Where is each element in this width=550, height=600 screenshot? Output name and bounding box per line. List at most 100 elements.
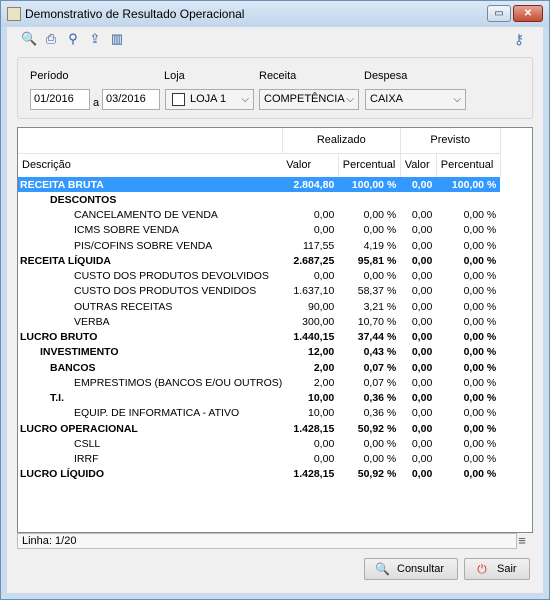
table-row[interactable]: INVESTIMENTO 12,00 0,43 % 0,00 0,00 %	[18, 345, 500, 360]
periodo-from-input[interactable]: 01/2016	[30, 89, 90, 110]
row-valor-realizado: 2,00	[313, 361, 335, 374]
row-valor-realizado: 2.687,25	[293, 254, 335, 267]
window: Demonstrativo de Resultado Operacional ▭…	[0, 0, 550, 600]
column-header-descricao[interactable]: Descrição	[18, 153, 282, 177]
column-header-percentual-previsto[interactable]: Percentual	[436, 153, 501, 177]
row-percentual-realizado: 4,19 %	[363, 239, 397, 252]
group-header-spacer	[18, 128, 283, 154]
row-description: RECEITA LÍQUIDA	[20, 254, 111, 267]
loja-checkbox[interactable]	[172, 93, 185, 106]
row-percentual-previsto: 0,00 %	[463, 453, 497, 466]
table-row[interactable]: CSLL 0,00 0,00 % 0,00 0,00 %	[18, 436, 500, 451]
receita-label: Receita	[259, 70, 297, 82]
row-percentual-previsto: 0,00 %	[463, 331, 497, 344]
table-row[interactable]: BANCOS 2,00 0,07 % 0,00 0,00 %	[18, 360, 500, 375]
table-row[interactable]: CUSTO DOS PRODUTOS DEVOLVIDOS 0,00 0,00 % 0…	[18, 269, 500, 284]
row-valor-realizado: 1.428,15	[293, 422, 335, 435]
table-row[interactable]: DESCONTOS	[18, 192, 500, 207]
exit-icon: ⏻	[477, 562, 487, 576]
row-valor-previsto: 0,00	[400, 177, 437, 193]
row-valor-previsto: 0,00	[411, 224, 433, 237]
table-row[interactable]: LUCRO BRUTO 1.440,15 37,44 % 0,00 0,00 %	[18, 330, 500, 345]
row-valor-previsto: 0,00	[411, 254, 433, 267]
table-row[interactable]: T.I. 10,00 0,36 % 0,00 0,00 %	[18, 391, 500, 406]
row-description: LUCRO OPERACIONAL	[20, 422, 138, 435]
row-percentual-previsto: 0,00 %	[463, 254, 497, 267]
menu-icon[interactable]: ≡	[515, 534, 529, 548]
filter-icon[interactable]: ⚲	[65, 31, 81, 47]
app-icon	[7, 7, 21, 21]
row-valor-realizado: 1.637,10	[293, 285, 335, 298]
receita-select[interactable]: COMPETÊNCIA ⌵	[259, 89, 359, 110]
column-header-percentual-realizado[interactable]: Percentual	[338, 153, 401, 177]
row-valor-realizado: 0,00	[313, 209, 335, 222]
periodo-to-input[interactable]: 03/2016	[102, 89, 160, 110]
row-valor-previsto: 0,00	[411, 239, 433, 252]
row-valor-realizado: 0,00	[313, 270, 335, 283]
table-row[interactable]: OUTRAS RECEITAS 90,00 3,21 % 0,00 0,00 %	[18, 299, 500, 314]
consultar-button[interactable]: 🔍 Consultar	[364, 558, 458, 580]
row-percentual-realizado: 0,00 %	[363, 270, 397, 283]
table-row[interactable]: IRRF 0,00 0,00 % 0,00 0,00 %	[18, 452, 500, 467]
row-percentual-realizado: 10,70 %	[357, 315, 397, 328]
row-percentual-realizado: 0,00 %	[363, 453, 397, 466]
sair-button[interactable]: ⏻ Sair	[464, 558, 530, 580]
row-percentual-previsto: 0,00 %	[463, 315, 497, 328]
row-percentual-realizado: 0,07 %	[363, 376, 397, 389]
row-valor-realizado: 90,00	[308, 300, 335, 313]
row-description: ICMS SOBRE VENDA	[74, 224, 180, 237]
row-percentual-realizado: 95,81 %	[357, 254, 397, 267]
row-percentual-realizado: 0,43 %	[363, 346, 397, 359]
table-row[interactable]: CANCELAMENTO DE VENDA 0,00 0,00 % 0,00 0,00 …	[18, 208, 500, 223]
window-title: Demonstrativo de Resultado Operacional	[25, 7, 245, 21]
print-icon[interactable]: ⎙	[43, 31, 59, 47]
row-valor-realizado	[282, 192, 338, 207]
title-bar: Demonstrativo de Resultado Operacional ▭…	[1, 1, 549, 27]
close-button[interactable]: ✕	[513, 5, 543, 22]
table-row[interactable]: EQUIP. DE INFORMATICA - ATIVO 10,00 0,36 %…	[18, 406, 500, 421]
row-valor-previsto: 0,00	[411, 392, 433, 405]
row-valor-previsto: 0,00	[411, 209, 433, 222]
row-valor-realizado: 300,00	[302, 315, 335, 328]
row-percentual-realizado: 0,00 %	[363, 209, 397, 222]
periodo-separator: a	[93, 97, 100, 109]
group-header-realizado: Realizado	[281, 128, 401, 154]
row-valor-realizado: 10,00	[308, 392, 335, 405]
row-description: CANCELAMENTO DE VENDA	[74, 209, 218, 222]
row-percentual-realizado: 0,00 %	[363, 437, 397, 450]
table-row[interactable]: LUCRO LÍQUIDO 1.428,15 50,92 % 0,00 0,00 %	[18, 467, 500, 482]
row-description: T.I.	[50, 392, 65, 405]
row-percentual-realizado: 0,07 %	[363, 361, 397, 374]
row-description: EQUIP. DE INFORMATICA - ATIVO	[74, 407, 240, 420]
table-row[interactable]: EMPRESTIMOS (BANCOS E/OU OUTROS) 2,00 0,07…	[18, 375, 500, 390]
column-header-valor-previsto[interactable]: Valor	[400, 153, 437, 177]
key-icon[interactable]: ⚷	[511, 31, 527, 47]
table-row[interactable]: RECEITA BRUTA 2.804,80 100,00 % 0,00 100,00 …	[18, 177, 501, 193]
loja-select[interactable]: LOJA 1 ⌵	[165, 89, 254, 110]
preview-icon[interactable]: 🔍	[21, 31, 37, 47]
despesa-select[interactable]: CAIXA ⌵	[365, 89, 466, 110]
table-row[interactable]: VERBA 300,00 10,70 % 0,00 0,00 %	[18, 314, 500, 329]
export-icon[interactable]: ⇪	[87, 31, 103, 47]
sair-label: Sair	[497, 563, 517, 575]
row-percentual-previsto: 0,00 %	[463, 361, 497, 374]
row-description: LUCRO LÍQUIDO	[20, 468, 104, 481]
row-valor-realizado: 10,00	[308, 407, 335, 420]
minimize-button[interactable]: ▭	[487, 5, 511, 22]
row-description: DESCONTOS	[50, 193, 117, 206]
row-valor-previsto: 0,00	[411, 300, 433, 313]
row-percentual-realizado: 3,21 %	[363, 300, 397, 313]
table-row[interactable]: LUCRO OPERACIONAL 1.428,15 50,92 % 0,00 0,00…	[18, 421, 500, 436]
results-grid[interactable]: Realizado Previsto Descrição Valor Perce…	[17, 127, 533, 533]
table-row[interactable]: PIS/COFINS SOBRE VENDA 117,55 4,19 % 0,00 0,…	[18, 238, 500, 253]
chart-icon[interactable]: ▥	[109, 31, 125, 47]
row-valor-previsto: 0,00	[411, 331, 433, 344]
table-row[interactable]: CUSTO DOS PRODUTOS VENDIDOS 1.637,10 58,37…	[18, 284, 500, 299]
row-valor-realizado: 0,00	[313, 437, 335, 450]
row-percentual-previsto: 0,00 %	[463, 392, 497, 405]
table-row[interactable]: RECEITA LÍQUIDA 2.687,25 95,81 % 0,00 0,00 %	[18, 253, 500, 268]
column-header-valor-realizado[interactable]: Valor	[282, 153, 339, 177]
row-valor-previsto: 0,00	[411, 437, 433, 450]
row-description: RECEITA BRUTA	[18, 177, 283, 193]
table-row[interactable]: ICMS SOBRE VENDA 0,00 0,00 % 0,00 0,00 %	[18, 223, 500, 238]
